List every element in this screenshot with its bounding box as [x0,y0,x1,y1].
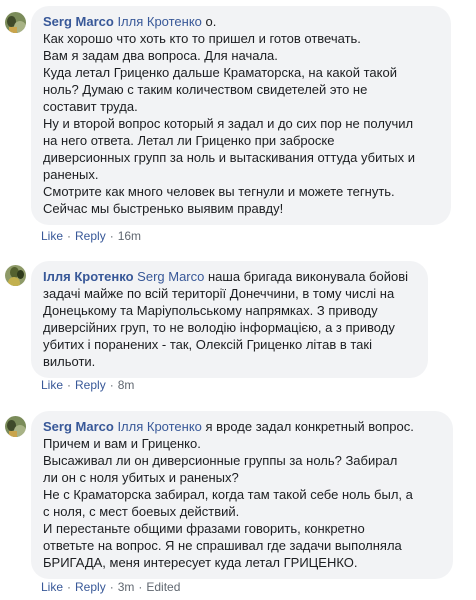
comment-author[interactable]: Ілля Кротенко [43,269,134,284]
comment-text-line: о. [205,14,217,29]
comment-text-line: составит труда. [43,99,138,114]
reply-link[interactable]: Reply [75,378,106,392]
comment-mention[interactable]: Serg Marco [137,269,204,284]
edited-label[interactable]: Edited [146,580,180,594]
comment-text-line: ноль? Думаю с таким количеством свидетел… [43,82,368,97]
comment-actions: Like · Reply · 16m [41,229,142,243]
comment-text-line: ответьте на вопрос. Я не спрашивал где з… [43,538,402,553]
comment-text-line: задачі майже по всій території Донеччини… [43,286,395,301]
like-link[interactable]: Like [41,378,63,392]
comment-text-line: Сейчас мы быстренько выявим правду! [43,201,284,216]
comment-text-line: Вам я задам два вопроса. Для начала. [43,48,278,63]
comment-text-line: я вроде задал конкретный вопрос. [205,419,414,434]
comment-text-line: с ноля, с мест боевых действий. [43,504,240,519]
avatar[interactable] [5,416,26,437]
comment-text-line: Ну и второй вопрос который я задал и до … [43,116,414,131]
comment-timestamp[interactable]: 8m [118,378,135,392]
comment-actions: Like · Reply · 8m [41,378,135,392]
like-link[interactable]: Like [41,580,63,594]
comment-timestamp[interactable]: 3m [118,580,135,594]
comment-mention[interactable]: Ілля Кротенко [117,14,201,29]
comment-text-line: Как хорошо что хоть кто то пришел и гото… [43,31,361,46]
comment-text-line: вильоти. [43,354,96,369]
comment-bubble: Serg Marco Ілля Кротенко о. Как хорошо ч… [31,6,451,225]
reply-link[interactable]: Reply [75,580,106,594]
comment-text-line: Высаживал ли он диверсионные группы за н… [43,453,398,468]
comment-bubble: Serg Marco Ілля Кротенко я вроде задал к… [31,411,453,579]
comment-text-line: Смотрите как много человек вы тегнули и … [43,184,395,199]
comment-text-line: ли он с ноля убитых и раненых? [43,470,239,485]
comment-text-line: диверсионных групп за ноль и вытаскивани… [43,150,415,165]
comment-text-line: на него ответа. Летал ли Гриценко при за… [43,133,335,148]
reply-link[interactable]: Reply [75,229,106,243]
comment-author[interactable]: Serg Marco [43,419,114,434]
comment-text-line: Не с Краматорска забирал, когда там тако… [43,487,413,502]
comment-text-line: Куда летал Гриценко дальше Краматорска, … [43,65,397,80]
comment-bubble: Ілля Кротенко Serg Marco наша бригада ви… [31,261,428,378]
comment-mention[interactable]: Ілля Кротенко [117,419,201,434]
comment-actions: Like · Reply · 3m · Edited [41,580,181,594]
avatar[interactable] [5,12,26,33]
avatar[interactable] [5,265,26,286]
comment-text-line: Причем и вам и Гриценко. [43,436,201,451]
comment-timestamp[interactable]: 16m [118,229,141,243]
comment-text-line: Донецькому та Маріупольському напрямках.… [43,303,378,318]
comment-text-line: наша бригада виконувала бойові [208,269,409,284]
comment-text-line: БРИГАДА, меня интересует куда летал ГРИЦ… [43,555,358,570]
comment-author[interactable]: Serg Marco [43,14,114,29]
comment-text-line: И перестаньте общими фразами говорить, к… [43,521,365,536]
comment-text-line: диверсійних груп, то не володію інформац… [43,320,395,335]
like-link[interactable]: Like [41,229,63,243]
comment-text-line: убитих і поранених - так, Олексій Грицен… [43,337,372,352]
comment-text-line: раненых. [43,167,99,182]
